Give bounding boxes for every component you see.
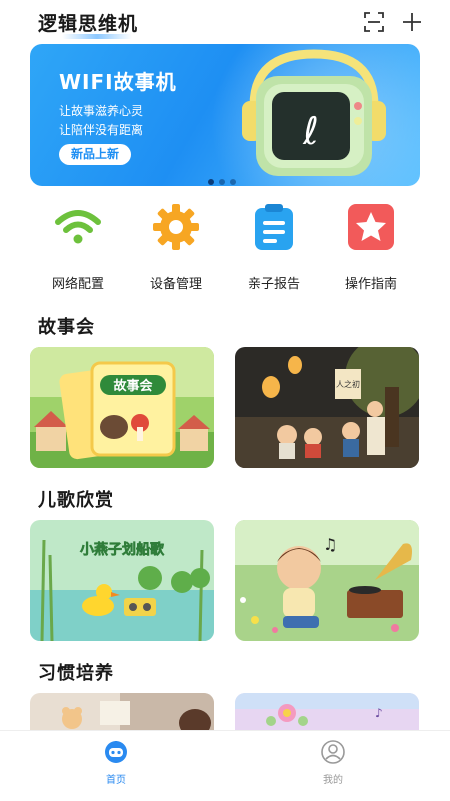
star-icon bbox=[348, 204, 394, 250]
bottom-tab-bar: 首页 我的 bbox=[0, 730, 450, 801]
carousel-dot[interactable] bbox=[230, 179, 236, 185]
song-card-image: 小燕子划船歌 bbox=[30, 520, 214, 641]
banner-title: WIFI故事机 bbox=[59, 70, 177, 94]
section-title-habits: 习惯培养 bbox=[38, 663, 114, 684]
habit-card-image: ♪ bbox=[235, 693, 419, 730]
banner-badge[interactable]: 新品上新 bbox=[59, 144, 131, 165]
svg-text:♪: ♪ bbox=[375, 706, 383, 720]
quick-action-guide[interactable]: 操作指南 bbox=[331, 202, 411, 292]
scan-icon[interactable] bbox=[363, 11, 385, 33]
habit-card[interactable] bbox=[30, 693, 214, 730]
user-icon bbox=[321, 740, 345, 764]
plus-icon[interactable] bbox=[401, 11, 423, 33]
promo-banner[interactable]: WIFI故事机 让故事滋养心灵 让陪伴没有距离 新品上新 ℓ bbox=[30, 44, 420, 186]
story-machine-illustration: ℓ bbox=[242, 49, 386, 176]
song-card-text: 小燕子划船歌 bbox=[80, 541, 165, 558]
quick-action-label: 亲子报告 bbox=[247, 277, 300, 292]
tab-home-label: 首页 bbox=[106, 775, 126, 786]
quick-action-label: 网络配置 bbox=[51, 277, 104, 292]
story-card-text: 故事会 bbox=[113, 378, 153, 394]
svg-text:♫: ♫ bbox=[323, 535, 337, 554]
quick-action-label: 设备管理 bbox=[149, 277, 202, 292]
story-card-image: 故事会 bbox=[30, 347, 214, 468]
svg-text:ℓ: ℓ bbox=[302, 109, 319, 153]
carousel-dot[interactable] bbox=[219, 179, 225, 185]
quick-action-network[interactable]: 网络配置 bbox=[38, 202, 118, 292]
habit-card-image bbox=[30, 693, 214, 730]
tab-mine[interactable]: 我的 bbox=[303, 739, 363, 786]
clipboard-icon bbox=[255, 204, 293, 250]
carousel-dots bbox=[208, 170, 241, 185]
quick-action-device[interactable]: 设备管理 bbox=[136, 202, 216, 292]
wifi-icon bbox=[55, 210, 101, 244]
song-card[interactable]: 小燕子划船歌 bbox=[30, 520, 214, 641]
tab-mine-label: 我的 bbox=[323, 775, 343, 786]
banner-subtitle-1: 让故事滋养心灵 bbox=[59, 104, 144, 118]
story-card[interactable]: 故事会 bbox=[30, 347, 214, 468]
banner-subtitle-2: 让陪伴没有距离 bbox=[59, 123, 144, 137]
header: 逻辑思维机 bbox=[0, 0, 450, 42]
story-card-image: 人之初 bbox=[235, 347, 419, 468]
title-underline bbox=[62, 34, 132, 39]
robot-home-icon bbox=[105, 741, 127, 763]
quick-action-label: 操作指南 bbox=[344, 277, 397, 292]
song-card[interactable]: ♫ bbox=[235, 520, 419, 641]
habit-card[interactable]: ♪ bbox=[235, 693, 419, 730]
story-card[interactable]: 人之初 bbox=[235, 347, 419, 468]
carousel-dot[interactable] bbox=[208, 179, 214, 185]
gear-icon bbox=[153, 204, 199, 250]
tab-home[interactable]: 首页 bbox=[86, 739, 146, 786]
section-title-songs: 儿歌欣赏 bbox=[38, 490, 114, 511]
story-card-text: 人之初 bbox=[336, 379, 360, 389]
quick-action-report[interactable]: 亲子报告 bbox=[234, 202, 314, 292]
app-title: 逻辑思维机 bbox=[38, 13, 139, 35]
section-title-stories: 故事会 bbox=[38, 317, 95, 338]
song-card-image: ♫ bbox=[235, 520, 419, 641]
